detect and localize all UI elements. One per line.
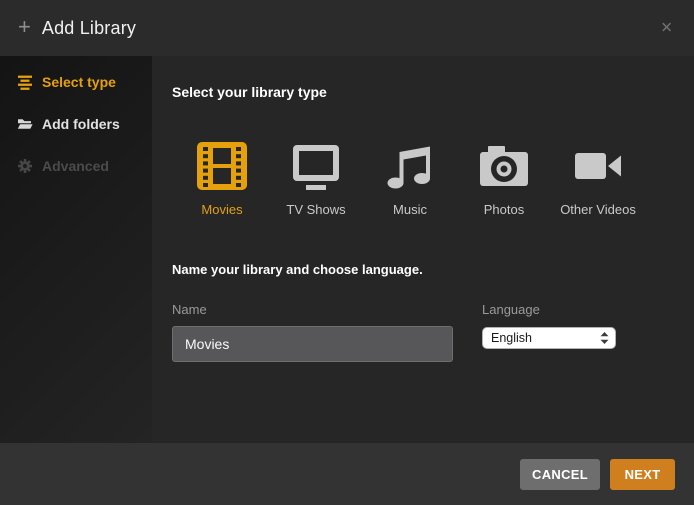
library-type-photos[interactable]: Photos xyxy=(469,140,539,217)
tv-icon xyxy=(290,140,342,192)
sidebar-item-label: Advanced xyxy=(42,158,109,174)
name-field-label: Name xyxy=(172,302,453,317)
library-type-label: Movies xyxy=(201,202,242,217)
sidebar-item-select-type[interactable]: Select type xyxy=(0,61,152,103)
library-type-tv-shows[interactable]: TV Shows xyxy=(281,140,351,217)
dialog-title: Add Library xyxy=(42,18,136,39)
library-type-options: Movies TV Shows xyxy=(187,140,694,217)
language-select[interactable]: English xyxy=(482,327,616,349)
folder-icon xyxy=(17,116,33,132)
dialog-footer: CANCEL NEXT xyxy=(0,443,694,505)
sidebar-item-add-folders[interactable]: Add folders xyxy=(0,103,152,145)
film-icon xyxy=(196,140,248,192)
sidebar-item-label: Select type xyxy=(42,74,116,90)
library-type-movies[interactable]: Movies xyxy=(187,140,257,217)
language-field-label: Language xyxy=(482,302,616,317)
library-type-label: Photos xyxy=(484,202,524,217)
dialog-body: Select type Add folders xyxy=(0,56,694,443)
next-button[interactable]: NEXT xyxy=(610,459,675,490)
library-form: Name Language English xyxy=(172,302,694,362)
camera-icon xyxy=(478,140,530,192)
add-library-dialog: + Add Library ✕ Select type xyxy=(0,0,694,505)
select-type-pane: Select your library type xyxy=(152,56,694,443)
library-type-other-videos[interactable]: Other Videos xyxy=(563,140,633,217)
library-name-input[interactable] xyxy=(172,326,453,362)
language-field-group: Language English xyxy=(482,302,616,362)
steps-sidebar: Select type Add folders xyxy=(0,56,152,443)
library-type-label: Other Videos xyxy=(560,202,636,217)
gear-icon xyxy=(17,158,33,174)
plus-icon: + xyxy=(18,16,31,38)
library-type-music[interactable]: Music xyxy=(375,140,445,217)
library-type-label: TV Shows xyxy=(286,202,345,217)
library-type-label: Music xyxy=(393,202,427,217)
name-field-group: Name xyxy=(172,302,453,362)
dialog-header: + Add Library ✕ xyxy=(0,0,694,56)
video-camera-icon xyxy=(572,140,624,192)
form-heading: Name your library and choose language. xyxy=(172,262,694,277)
sidebar-item-label: Add folders xyxy=(42,116,120,132)
sidebar-item-advanced[interactable]: Advanced xyxy=(0,145,152,187)
close-icon[interactable]: ✕ xyxy=(656,17,677,40)
pane-heading: Select your library type xyxy=(172,84,694,100)
select-type-lines-icon xyxy=(17,74,33,90)
music-note-icon xyxy=(384,140,436,192)
cancel-button[interactable]: CANCEL xyxy=(520,459,600,490)
